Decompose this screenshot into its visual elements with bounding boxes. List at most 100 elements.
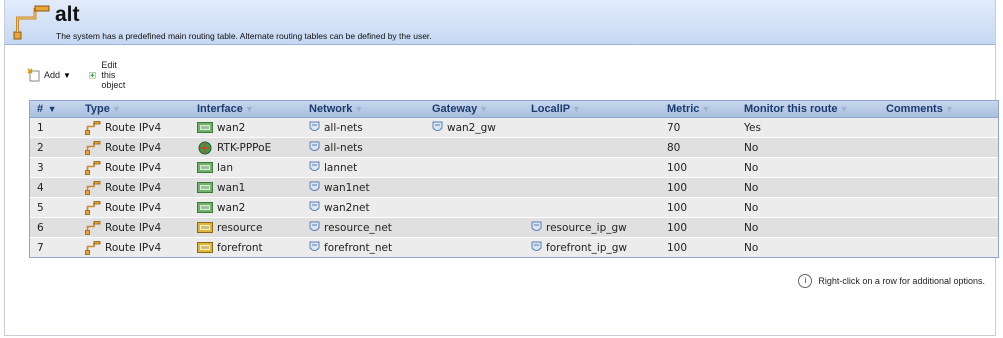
cell-type: Route IPv4 [77,117,189,138]
cell-comments [878,177,999,198]
cell-gateway [424,217,523,238]
col-header-network[interactable]: Network ▼ [301,100,424,118]
type-value: Route IPv4 [105,121,162,134]
cell-network: wan1net [301,177,424,198]
cell-num: 1 [29,117,77,138]
cell-localip [523,157,659,178]
cell-num: 7 [29,237,77,257]
vlan-icon [197,222,213,233]
add-label: Add [44,70,61,80]
cell-network: wan2net [301,197,424,218]
col-header-monitor[interactable]: Monitor this route ▼ [736,100,878,118]
info-icon: i [798,274,813,288]
table-row[interactable]: 4 Route IPv4 wan1 wan1net 100 No [29,177,999,198]
cell-monitor: Yes [736,117,878,138]
sort-icon: ▼ [572,103,582,114]
type-value: Route IPv4 [105,221,162,234]
interface-value: resource [217,221,263,234]
cell-comments [878,237,999,257]
network-value: all-nets [324,141,363,154]
col-header-comments[interactable]: Comments ▼ [878,100,999,118]
route-icon [85,140,101,155]
interface-value: wan1 [217,181,246,194]
table-row[interactable]: 5 Route IPv4 wan2 wan2net 100 No [29,197,999,218]
network-object-icon [309,241,320,251]
cell-interface: wan2 [189,197,301,218]
cell-metric: 100 [659,217,736,238]
route-icon [13,5,50,40]
cell-localip [523,137,659,158]
col-header-type[interactable]: Type ▼ [77,100,189,118]
ethernet-icon [197,122,213,133]
edit-object-button[interactable]: Edit this object [89,60,132,90]
table-row[interactable]: 2 Route IPv4 RTK-PPPoE all-nets 80 No [29,137,999,158]
cell-monitor: No [736,177,878,198]
cell-type: Route IPv4 [77,177,189,198]
cell-monitor: No [736,137,878,158]
routes-table: # ▼ Type ▼ Interface ▼ Network ▼ Gateway ▼ L… [29,100,999,257]
cell-type: Route IPv4 [77,157,189,178]
route-icon [85,220,101,235]
cell-network: lannet [301,157,424,178]
cell-comments [878,197,999,218]
vlan-icon [197,242,213,253]
page-title: alt [55,3,80,26]
table-row[interactable]: 6 Route IPv4 resource resource_net resource_… [29,217,999,238]
ethernet-icon [197,202,213,213]
col-header-metric[interactable]: Metric ▼ [659,100,736,118]
route-icon [85,240,101,255]
col-header-interface[interactable]: Interface ▼ [189,100,301,118]
page-subtitle: The system has a predefined main routing… [56,31,432,41]
col-header-num[interactable]: # ▼ [29,100,77,118]
cell-num: 2 [29,137,77,158]
route-icon [85,160,101,175]
cell-metric: 70 [659,117,736,138]
cell-type: Route IPv4 [77,197,189,218]
hint: i Right-click on a row for additional op… [798,274,985,288]
edit-icon [89,72,96,79]
sort-icon: ▼ [701,103,711,114]
cell-network: forefront_net [301,237,424,257]
cell-monitor: No [736,217,878,238]
network-value: wan2net [324,201,370,214]
type-value: Route IPv4 [105,241,162,254]
route-icon [85,200,101,215]
network-value: resource_net [324,221,392,234]
pppoe-icon [198,141,212,154]
col-header-localip[interactable]: LocalIP ▼ [523,100,659,118]
cell-network: all-nets [301,137,424,158]
cell-comments [878,157,999,178]
cell-comments [878,217,999,238]
network-object-icon [309,121,320,131]
type-value: Route IPv4 [105,181,162,194]
cell-type: Route IPv4 [77,217,189,238]
table-row[interactable]: 7 Route IPv4 forefront forefront_net forefro… [29,237,999,257]
cell-interface: resource [189,217,301,238]
col-header-gateway[interactable]: Gateway ▼ [424,100,523,118]
localip-value: resource_ip_gw [546,221,627,234]
network-object-icon [432,121,443,131]
sort-desc-icon: ▼ [45,103,57,114]
cell-comments [878,117,999,138]
cell-interface: wan2 [189,117,301,138]
add-button[interactable]: Add ▼ [27,66,71,84]
table-row[interactable]: 1 Route IPv4 wan2 all-nets wan2_gw 70 Yes [29,117,999,138]
cell-monitor: No [736,157,878,178]
cell-type: Route IPv4 [77,137,189,158]
cell-num: 6 [29,217,77,238]
table-row[interactable]: 3 Route IPv4 lan lannet 100 No [29,157,999,178]
cell-gateway: wan2_gw [424,117,523,138]
network-value: wan1net [324,181,370,194]
cell-gateway [424,237,523,257]
cell-metric: 100 [659,197,736,218]
interface-value: wan2 [217,121,246,134]
network-object-icon [309,221,320,231]
network-value: forefront_net [324,241,393,254]
route-icon [85,180,101,195]
edit-label: Edit this object [101,60,126,90]
cell-localip [523,117,659,138]
cell-gateway [424,157,523,178]
cell-metric: 100 [659,157,736,178]
sort-icon: ▼ [111,103,121,114]
network-object-icon [309,201,320,211]
